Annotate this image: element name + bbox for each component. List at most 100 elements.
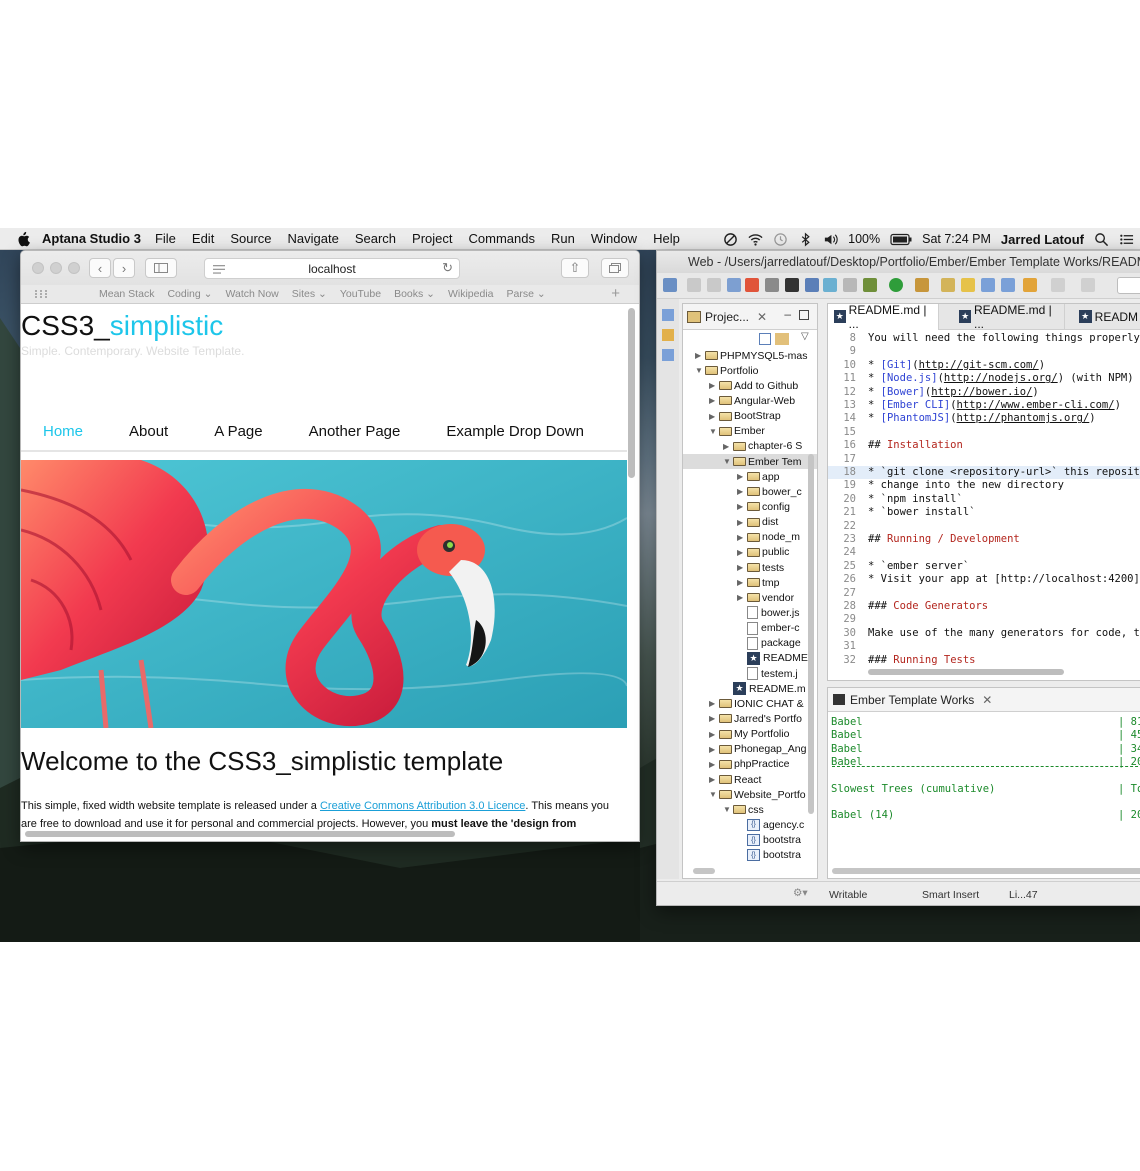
tree-item[interactable]: ▶ node_m bbox=[683, 530, 817, 545]
do-not-disturb-icon[interactable] bbox=[723, 232, 738, 247]
tree-item[interactable]: {} bootstra bbox=[683, 848, 817, 863]
time-machine-icon[interactable] bbox=[773, 232, 788, 247]
expand-arrow-icon[interactable]: ▶ bbox=[737, 533, 745, 542]
new-file-icon[interactable] bbox=[663, 278, 677, 292]
expand-arrow-icon[interactable]: ▶ bbox=[737, 472, 745, 481]
expand-arrow-icon[interactable]: ▶ bbox=[709, 412, 717, 421]
tree-horizontal-scrollbar[interactable] bbox=[693, 868, 715, 874]
menu-file[interactable]: File bbox=[155, 231, 176, 246]
tree-item[interactable]: ember-c bbox=[683, 621, 817, 636]
expand-arrow-icon[interactable]: ▶ bbox=[709, 730, 717, 739]
tree-item[interactable]: testem.j bbox=[683, 666, 817, 681]
expand-arrow-icon[interactable]: ▶ bbox=[737, 518, 745, 527]
nav-home[interactable]: Home bbox=[43, 423, 83, 440]
maximize-view-icon[interactable] bbox=[799, 310, 809, 320]
spotlight-search-icon[interactable] bbox=[1094, 232, 1109, 247]
run-icon[interactable] bbox=[889, 278, 903, 292]
menu-project[interactable]: Project bbox=[412, 231, 452, 246]
back-nav-icon[interactable] bbox=[1023, 278, 1037, 292]
expand-arrow-icon[interactable]: ▶ bbox=[737, 593, 745, 602]
tree-item[interactable]: ▶ Angular-Web bbox=[683, 393, 817, 408]
tree-item[interactable]: ★ README.m bbox=[683, 681, 817, 696]
back-button[interactable]: ‹ bbox=[89, 258, 111, 278]
forward-nav-icon[interactable] bbox=[1051, 278, 1065, 292]
user-menu[interactable]: Jarred Latouf bbox=[1001, 232, 1084, 247]
horizontal-scrollbar[interactable] bbox=[25, 831, 455, 837]
menu-navigate[interactable]: Navigate bbox=[288, 231, 339, 246]
menu-source[interactable]: Source bbox=[230, 231, 271, 246]
bookmark-watch-now[interactable]: Watch Now bbox=[225, 288, 278, 300]
tree-item[interactable]: bower.js bbox=[683, 605, 817, 620]
share-button[interactable]: ⇧ bbox=[561, 258, 589, 278]
pilcrow-icon[interactable] bbox=[1001, 278, 1015, 292]
editor-horizontal-scrollbar[interactable] bbox=[868, 669, 1064, 675]
editor-tab-readme-3[interactable]: ★ READM bbox=[1065, 304, 1140, 330]
tree-item[interactable]: ▶ My Portfolio bbox=[683, 727, 817, 742]
tree-item[interactable]: ▶ PHPMYSQL5-mas bbox=[683, 348, 817, 363]
battery-icon[interactable] bbox=[890, 232, 912, 247]
collapse-all-icon[interactable] bbox=[759, 333, 771, 345]
expand-arrow-icon[interactable]: ▶ bbox=[709, 775, 717, 784]
tree-item[interactable]: ▶ Jarred's Portfo bbox=[683, 711, 817, 726]
outline-icon[interactable] bbox=[662, 309, 674, 321]
tree-item[interactable]: ▶ public bbox=[683, 545, 817, 560]
tree-item[interactable]: ▶ dist bbox=[683, 515, 817, 530]
tree-item[interactable]: ▶ Phonegap_Ang bbox=[683, 742, 817, 757]
bookmarks-icon[interactable] bbox=[662, 349, 674, 361]
menu-commands[interactable]: Commands bbox=[469, 231, 535, 246]
bookmark-wikipedia[interactable]: Wikipedia bbox=[448, 288, 494, 300]
tree-item[interactable]: ▼ Ember Tem bbox=[683, 453, 817, 470]
console-icon[interactable] bbox=[785, 278, 799, 292]
clock[interactable]: Sat 7:24 PM bbox=[922, 232, 991, 246]
save-icon[interactable] bbox=[687, 278, 701, 292]
collapse-arrow-icon[interactable]: ▼ bbox=[695, 366, 703, 375]
expand-arrow-icon[interactable]: ▶ bbox=[709, 699, 717, 708]
tree-item[interactable]: ▶ phpPractice bbox=[683, 757, 817, 772]
minimize-view-icon[interactable]: – bbox=[784, 307, 791, 321]
tools-icon[interactable] bbox=[805, 278, 819, 292]
vertical-scrollbar[interactable] bbox=[628, 308, 635, 478]
close-tab-icon[interactable]: ✕ bbox=[982, 693, 992, 707]
collapse-arrow-icon[interactable]: ▼ bbox=[723, 457, 731, 466]
wifi-icon[interactable] bbox=[748, 232, 763, 247]
external-tools-icon[interactable] bbox=[915, 278, 929, 292]
bookmark-mean-stack[interactable]: Mean Stack bbox=[99, 288, 154, 300]
address-bar[interactable]: localhost ↻ bbox=[204, 258, 460, 279]
editor-tab-readme-1[interactable]: ★ README.md | ... bbox=[828, 304, 940, 331]
licence-link[interactable]: Creative Commons Attribution 3.0 Licence bbox=[320, 800, 525, 812]
tree-item[interactable]: ▶ BootStrap bbox=[683, 409, 817, 424]
settings-gear-icon[interactable]: ⚙▾ bbox=[793, 887, 817, 901]
bluetooth-icon[interactable] bbox=[798, 232, 813, 247]
menu-edit[interactable]: Edit bbox=[192, 231, 214, 246]
close-window-button[interactable] bbox=[32, 262, 44, 274]
reload-icon[interactable]: ↻ bbox=[442, 260, 453, 276]
app-explorer-icon[interactable] bbox=[662, 329, 674, 341]
app-menu[interactable]: Aptana Studio 3 bbox=[42, 231, 141, 246]
project-explorer-tab[interactable]: Projec... ✕ – bbox=[683, 304, 817, 330]
collapse-arrow-icon[interactable]: ▼ bbox=[709, 427, 717, 436]
print-icon[interactable] bbox=[727, 278, 741, 292]
task-icon[interactable] bbox=[981, 278, 995, 292]
bookmark-sites[interactable]: Sites ⌄ bbox=[292, 288, 327, 300]
save-all-icon[interactable] bbox=[707, 278, 721, 292]
debug-icon[interactable] bbox=[863, 278, 877, 292]
nav-about[interactable]: About bbox=[129, 423, 168, 440]
expand-arrow-icon[interactable]: ▶ bbox=[737, 487, 745, 496]
tree-item[interactable]: {} bootstra bbox=[683, 833, 817, 848]
close-tab-icon[interactable]: ✕ bbox=[757, 310, 767, 324]
volume-icon[interactable] bbox=[823, 232, 838, 247]
editor-tab-readme-2[interactable]: ★ README.md | ... bbox=[939, 304, 1065, 331]
sidebar-button[interactable] bbox=[145, 258, 177, 278]
tree-item[interactable]: ★ README bbox=[683, 651, 817, 666]
tree-item[interactable]: ▶ chapter-6 S bbox=[683, 439, 817, 454]
tree-item[interactable]: package bbox=[683, 636, 817, 651]
reader-icon[interactable] bbox=[213, 265, 225, 274]
pin-icon[interactable] bbox=[1081, 278, 1095, 292]
tree-item[interactable]: ▶ tmp bbox=[683, 575, 817, 590]
notification-center-icon[interactable] bbox=[1119, 232, 1134, 247]
tree-item[interactable]: ▶ Add to Github bbox=[683, 378, 817, 393]
collapse-arrow-icon[interactable]: ▼ bbox=[723, 805, 731, 814]
top-sites-icon[interactable] bbox=[34, 289, 48, 299]
tree-item[interactable]: ▶ IONIC CHAT & bbox=[683, 696, 817, 711]
tree-item[interactable]: ▶ vendor bbox=[683, 590, 817, 605]
